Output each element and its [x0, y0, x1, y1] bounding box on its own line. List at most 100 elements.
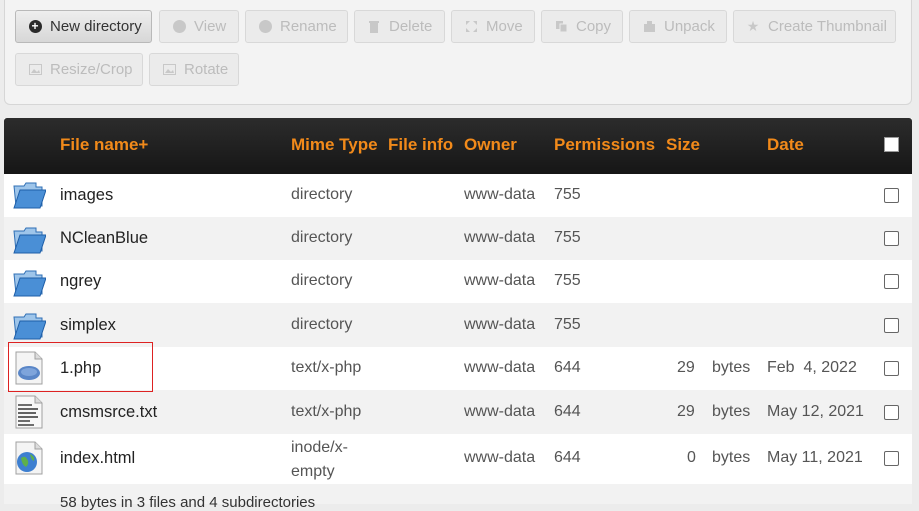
permissions: 755: [554, 229, 581, 246]
table-row[interactable]: ngrey directory www-data 755: [4, 260, 912, 303]
new-directory-button[interactable]: + New directory: [15, 10, 152, 43]
folder-icon: [13, 182, 46, 209]
folder-icon: [13, 313, 46, 340]
file-name[interactable]: cmsmsrce.txt: [60, 403, 157, 422]
header-owner[interactable]: Owner: [464, 135, 517, 155]
table-row[interactable]: cmsmsrce.txt text/x-php www-data 644 29 …: [4, 390, 912, 434]
delete-button[interactable]: Delete: [354, 10, 445, 43]
owner: www-data: [464, 272, 536, 289]
rotate-button[interactable]: Rotate: [149, 53, 239, 86]
table-row[interactable]: images directory www-data 755: [4, 174, 912, 217]
toolbar: + New directory View Rename Delete Move …: [4, 0, 912, 105]
row-checkbox[interactable]: [884, 188, 899, 203]
unpack-button[interactable]: Unpack: [629, 10, 727, 43]
copy-label: Copy: [576, 18, 612, 35]
resize-crop-button[interactable]: Resize/Crop: [15, 53, 143, 86]
select-all-checkbox[interactable]: [884, 137, 899, 152]
resize-crop-label: Resize/Crop: [50, 61, 133, 78]
search-icon: [172, 20, 186, 34]
rename-label: Rename: [280, 18, 337, 35]
image-icon: [162, 63, 176, 77]
header-size[interactable]: Size: [666, 135, 700, 155]
header-file-name[interactable]: File name+: [60, 135, 148, 155]
owner: www-data: [464, 359, 536, 376]
plus-circle-icon: +: [28, 20, 42, 34]
owner: www-data: [464, 316, 536, 333]
file-name[interactable]: ngrey: [60, 272, 101, 291]
folder-icon: [13, 270, 46, 297]
php-file-icon: [15, 351, 43, 385]
file-size: 29: [677, 359, 695, 376]
permissions: 644: [554, 449, 581, 466]
size-unit: bytes: [712, 359, 751, 376]
file-date: Feb 4, 2022: [767, 359, 857, 376]
file-name[interactable]: images: [60, 186, 113, 205]
table-row[interactable]: NCleanBlue directory www-data 755: [4, 217, 912, 260]
row-checkbox[interactable]: [884, 318, 899, 333]
delete-label: Delete: [389, 18, 433, 35]
header-file-info[interactable]: File info: [388, 135, 453, 155]
row-checkbox[interactable]: [884, 405, 899, 420]
create-thumbnail-button[interactable]: ★ Create Thumbnail: [733, 10, 896, 43]
header-permissions[interactable]: Permissions: [554, 135, 655, 155]
permissions: 755: [554, 316, 581, 333]
owner: www-data: [464, 449, 536, 466]
owner: www-data: [464, 186, 536, 203]
rename-button[interactable]: Rename: [245, 10, 348, 43]
row-checkbox[interactable]: [884, 361, 899, 376]
create-thumbnail-label: Create Thumbnail: [768, 18, 887, 35]
mime-type: text/x-php: [291, 403, 362, 420]
permissions: 644: [554, 403, 581, 420]
mime-type: directory: [291, 186, 353, 203]
file-name[interactable]: simplex: [60, 316, 116, 335]
copy-button[interactable]: Copy: [541, 10, 623, 43]
directory-summary: 58 bytes in 3 files and 4 subdirectories: [60, 494, 316, 511]
row-checkbox[interactable]: [884, 231, 899, 246]
view-label: View: [194, 18, 227, 35]
permissions: 644: [554, 359, 581, 376]
star-icon: ★: [746, 18, 760, 34]
mime-type: inode/x-empty: [291, 439, 348, 480]
header-mime-type[interactable]: Mime Type: [291, 135, 378, 155]
file-name[interactable]: 1.php: [60, 359, 101, 378]
unpack-icon: [642, 20, 656, 34]
move-icon: [464, 20, 478, 34]
unpack-label: Unpack: [664, 18, 715, 35]
check-circle-icon: [258, 20, 272, 34]
file-name[interactable]: index.html: [60, 449, 135, 468]
new-directory-label: New directory: [50, 18, 142, 35]
table-row[interactable]: 1.php text/x-php www-data 644 29 bytes F…: [4, 347, 912, 390]
row-checkbox[interactable]: [884, 451, 899, 466]
file-table: File name+ Mime Type File info Owner Per…: [4, 118, 912, 504]
mime-type: directory: [291, 316, 353, 333]
owner: www-data: [464, 229, 536, 246]
move-label: Move: [486, 18, 523, 35]
mime-type: directory: [291, 272, 353, 289]
file-date: May 11, 2021: [767, 449, 863, 466]
file-size: 0: [687, 449, 696, 466]
size-unit: bytes: [712, 449, 751, 466]
view-button[interactable]: View: [159, 10, 239, 43]
permissions: 755: [554, 272, 581, 289]
rotate-label: Rotate: [184, 61, 229, 78]
owner: www-data: [464, 403, 536, 420]
table-row[interactable]: index.html inode/x-empty www-data 644 0 …: [4, 434, 912, 484]
mime-type: text/x-php: [291, 359, 362, 376]
html-file-icon: [15, 441, 43, 475]
text-file-icon: [15, 395, 43, 429]
trash-icon: [367, 20, 381, 34]
row-checkbox[interactable]: [884, 274, 899, 289]
file-size: 29: [677, 403, 695, 420]
permissions: 755: [554, 186, 581, 203]
header-date[interactable]: Date: [767, 135, 804, 155]
move-button[interactable]: Move: [451, 10, 535, 43]
file-date: May 12, 2021: [767, 403, 864, 420]
table-header: File name+ Mime Type File info Owner Per…: [4, 118, 912, 174]
folder-icon: [13, 227, 46, 254]
mime-type: directory: [291, 229, 353, 246]
image-icon: [28, 63, 42, 77]
file-name[interactable]: NCleanBlue: [60, 229, 148, 248]
size-unit: bytes: [712, 403, 751, 420]
copy-icon: [554, 20, 568, 34]
table-row[interactable]: simplex directory www-data 755: [4, 303, 912, 347]
